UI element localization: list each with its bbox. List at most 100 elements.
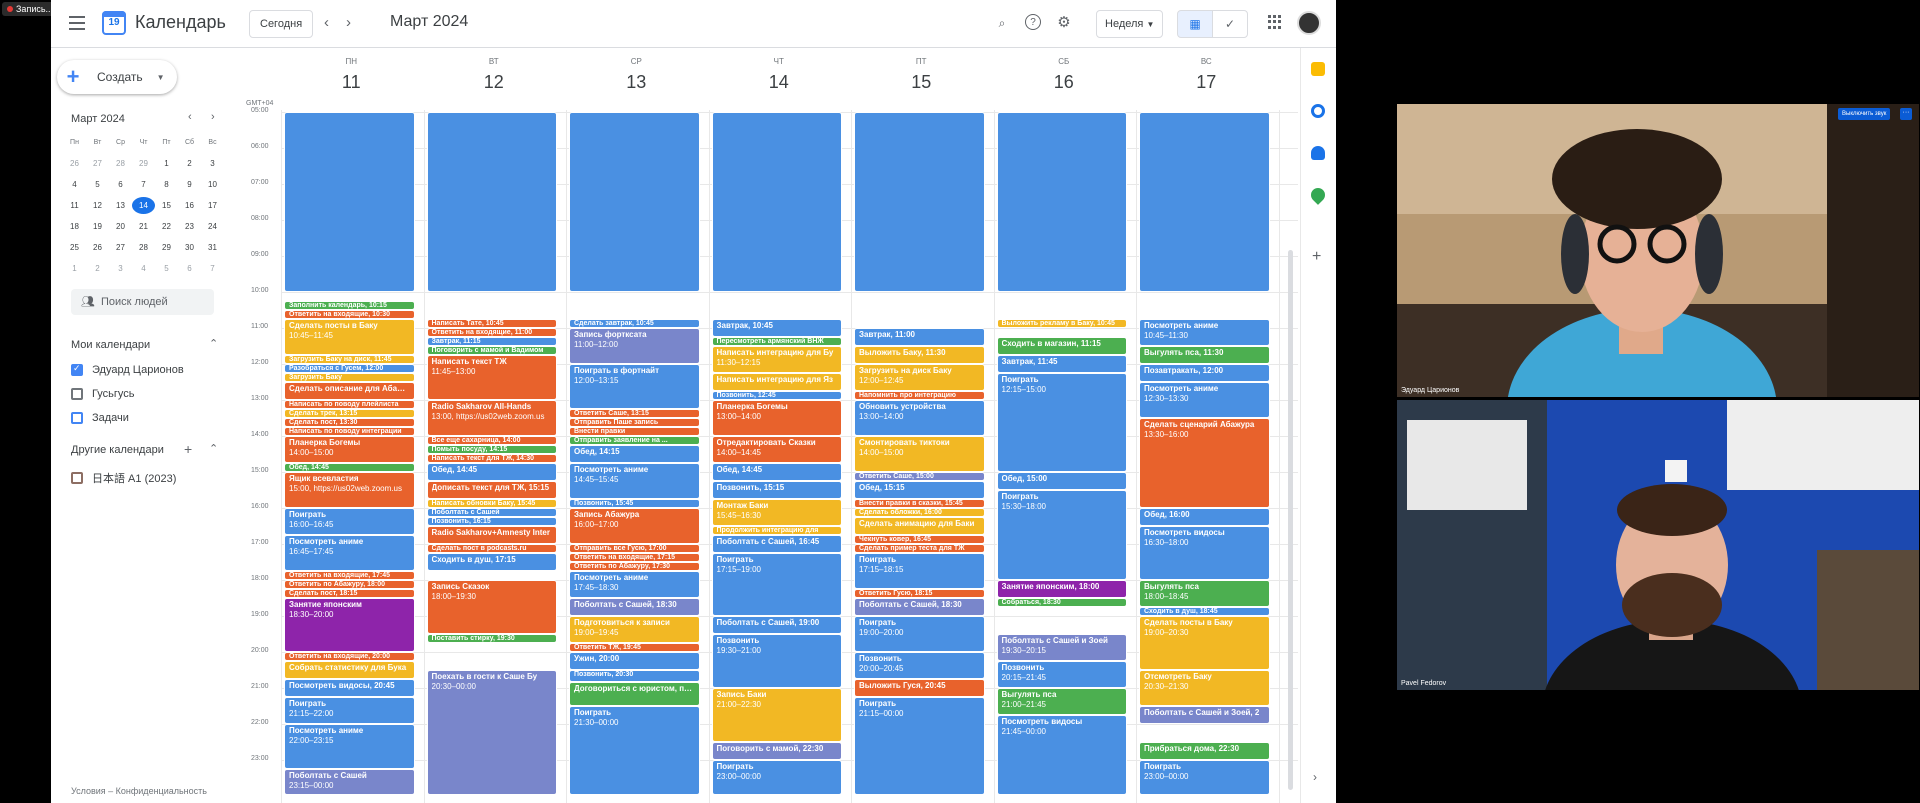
calendar-event[interactable]: Сходить в магазин, 11:15 <box>996 337 1127 355</box>
calendar-event[interactable]: Помыть посуду, 14:15 <box>426 445 557 454</box>
mini-day-cell[interactable]: 21 <box>132 218 155 235</box>
mini-day-cell[interactable]: 26 <box>63 155 86 172</box>
calendar-event[interactable]: Обед, 14:45 <box>711 463 842 481</box>
search-icon[interactable]: ⌕ <box>993 14 1011 32</box>
calendar-event[interactable]: Поиграть 23:00–00:00 <box>711 760 842 796</box>
mini-day-cell[interactable]: 14 <box>132 197 155 214</box>
calendar-event[interactable]: Обед, 14:15 <box>569 445 700 463</box>
calendar-event[interactable]: Внести правки в сказки, 15:45 <box>854 499 985 508</box>
mini-day-cell[interactable]: 1 <box>155 155 178 172</box>
calendar-event[interactable]: Поболтать с Сашей, 18:30 <box>854 598 985 616</box>
add-addon-plus-icon[interactable]: + <box>1312 248 1321 266</box>
mini-day-cell[interactable]: 5 <box>86 176 109 193</box>
calendar-event[interactable]: Отредактировать Сказки 14:00–14:45 <box>711 436 842 463</box>
day-header[interactable]: СР 13 <box>569 57 704 93</box>
calendar-event[interactable]: Заполнить календарь, 10:15 <box>284 301 415 310</box>
calendar-event[interactable]: Поболтать с Сашей, 19:00 <box>711 616 842 634</box>
mini-day-cell[interactable]: 5 <box>155 260 178 277</box>
add-calendar-plus-icon[interactable]: + <box>184 441 192 457</box>
calendar-event[interactable]: Написать текст для ТЖ, 14:30 <box>426 454 557 463</box>
calendar-view-toggle-icon[interactable]: ▦ <box>1177 10 1213 38</box>
calendar-event[interactable]: Ответить на входящие, 10:30 <box>284 310 415 319</box>
mini-day-cell[interactable]: 3 <box>201 155 224 172</box>
calendar-event[interactable]: Поиграть 17:15–19:00 <box>711 553 842 616</box>
calendar-event[interactable]: Посмотреть видосы 21:45–00:00 <box>996 715 1127 796</box>
calendar-event[interactable]: Занятие японским, 18:00 <box>996 580 1127 598</box>
calendar-event[interactable]: Подготовиться к записи 19:00–19:45 <box>569 616 700 643</box>
calendar-event[interactable]: Завтрак, 11:15 <box>426 337 557 346</box>
calendar-item[interactable]: Эдуард Царионов <box>71 363 184 376</box>
calendar-event[interactable]: Поставить стирку, 19:30 <box>426 634 557 643</box>
mini-day-cell[interactable]: 7 <box>201 260 224 277</box>
settings-gear-icon[interactable]: ⚙ <box>1055 14 1073 32</box>
search-people-input[interactable]: 👥︎ Поиск людей <box>71 289 214 315</box>
calendar-event[interactable]: Выложить рекламу в Баку, 10:45 <box>996 319 1127 328</box>
calendar-event[interactable]: Посмотреть аниме 17:45–18:30 <box>569 571 700 598</box>
calendar-event[interactable]: Завтрак, 10:45 <box>711 319 842 337</box>
calendar-event[interactable]: Поиграть 17:15–18:15 <box>854 553 985 589</box>
calendar-event[interactable]: Выгулять пса, 11:30 <box>1139 346 1270 364</box>
calendar-event[interactable]: Поиграть 23:00–00:00 <box>1139 760 1270 796</box>
calendar-event[interactable]: Посмотреть аниме 14:45–15:45 <box>569 463 700 499</box>
calendar-event[interactable]: Поболтать с Сашей, 16:45 <box>711 535 842 553</box>
mini-day-cell[interactable]: 7 <box>132 176 155 193</box>
calendar-event[interactable]: Ответить ТЖ, 19:45 <box>569 643 700 652</box>
calendar-event[interactable]: Radio Sakharov All-Hands 13:00, https://u… <box>426 400 557 436</box>
more-options-icon[interactable]: ··· <box>1900 108 1912 120</box>
day-header[interactable]: ЧТ 14 <box>712 57 847 93</box>
calendar-event[interactable]: Обед, 14:45 <box>426 463 557 481</box>
calendar-event[interactable]: Дописать текст для ТЖ, 15:15 <box>426 481 557 499</box>
mini-day-cell[interactable]: 31 <box>201 239 224 256</box>
calendar-event[interactable]: Поиграть 12:15–15:00 <box>996 373 1127 472</box>
calendar-event[interactable]: Позвонить, 20:30 <box>569 670 700 682</box>
calendar-event[interactable]: Поговорить с мамой, 22:30 <box>711 742 842 760</box>
calendar-event[interactable]: Обед, 16:00 <box>1139 508 1270 526</box>
mini-day-cell[interactable]: 30 <box>178 239 201 256</box>
mini-day-cell[interactable]: 29 <box>155 239 178 256</box>
calendar-event[interactable]: Обед, 15:00 <box>996 472 1127 490</box>
calendar-event[interactable]: Выгулять пса 18:00–18:45 <box>1139 580 1270 607</box>
calendar-event[interactable]: Сделать пост, 13:30 <box>284 418 415 427</box>
mini-day-cell[interactable]: 24 <box>201 218 224 235</box>
calendar-event[interactable]: Сделать пример теста для ТЖ <box>854 544 985 553</box>
calendar-event[interactable]: Поболтать с Сашей <box>426 508 557 517</box>
calendar-event[interactable]: Поиграть 21:15–22:00 <box>284 697 415 724</box>
chevron-up-icon[interactable]: ⌃ <box>209 442 218 455</box>
calendar-event[interactable]: Обед, 14:45 <box>284 463 415 472</box>
mini-day-cell[interactable]: 18 <box>63 218 86 235</box>
calendar-checkbox[interactable] <box>71 388 83 400</box>
calendar-event[interactable]: Сделать трек, 13:15 <box>284 409 415 418</box>
calendar-event[interactable]: Все еще сахарница, 14:00 <box>426 436 557 445</box>
calendar-event[interactable]: Пересмотреть армянский ВНЖ <box>711 337 842 346</box>
mini-day-cell[interactable]: 9 <box>178 176 201 193</box>
calendar-event[interactable]: Поехать в гости к Саше Бу 20:30–00:00 <box>426 670 557 796</box>
grid-scrollbar[interactable] <box>1288 250 1293 790</box>
calendar-event[interactable]: Поговорить с мамой и Вадимом <box>426 346 557 355</box>
mini-day-cell[interactable]: 1 <box>63 260 86 277</box>
calendar-event[interactable]: Завтрак, 11:45 <box>996 355 1127 373</box>
mini-day-cell[interactable]: 15 <box>155 197 178 214</box>
calendar-event[interactable]: Выгулять пса 21:00–21:45 <box>996 688 1127 715</box>
recording-indicator[interactable]: Запись... <box>2 2 59 16</box>
mini-day-cell[interactable]: 8 <box>155 176 178 193</box>
calendar-event[interactable]: Смонтировать тиктоки 14:00–15:00 <box>854 436 985 472</box>
terms-privacy-links[interactable]: Условия – Конфиденциальность <box>71 786 207 796</box>
calendar-event[interactable]: Внести правки <box>569 427 700 436</box>
mute-button[interactable]: Выключить звук <box>1838 108 1891 120</box>
calendar-event[interactable]: Посмотреть видосы 16:30–18:00 <box>1139 526 1270 580</box>
calendar-event[interactable]: Сделать обложки, 16:00 <box>854 508 985 517</box>
video-tile-eduard[interactable]: Эдуард Царионов <box>1397 104 1919 397</box>
calendar-event[interactable]: Обновить устройства 13:00–14:00 <box>854 400 985 436</box>
calendar-event[interactable]: Поиграть 21:30–00:00 <box>569 706 700 796</box>
day-header[interactable]: ПТ 15 <box>854 57 989 93</box>
mini-day-cell[interactable]: 2 <box>86 260 109 277</box>
calendar-event[interactable]: Написать Тате, 10:45 <box>426 319 557 328</box>
google-apps-grid-icon[interactable] <box>1268 15 1282 29</box>
mini-day-cell[interactable]: 4 <box>132 260 155 277</box>
mini-day-cell[interactable]: 22 <box>155 218 178 235</box>
calendar-event[interactable]: Сделать пост, 18:15 <box>284 589 415 598</box>
account-avatar[interactable] <box>1297 11 1321 35</box>
calendar-event[interactable]: Написать текст ТЖ 11:45–13:00 <box>426 355 557 400</box>
calendar-event[interactable]: Позвонить, 16:15 <box>426 517 557 526</box>
calendar-event[interactable]: Поиграть 15:30–18:00 <box>996 490 1127 580</box>
